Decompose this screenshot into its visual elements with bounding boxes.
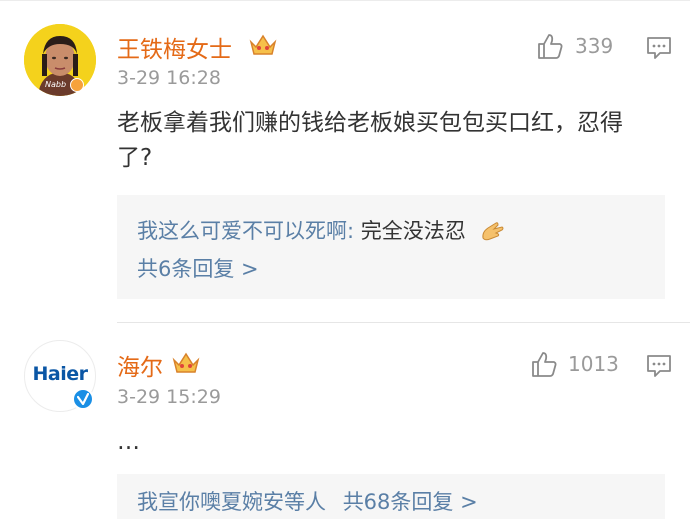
reply-comment-icon[interactable] — [646, 36, 672, 60]
reply-comment-icon[interactable] — [646, 354, 672, 378]
reply-author[interactable]: 我这么可爱不可以死啊: — [137, 219, 354, 243]
comment-username[interactable]: 海尔 — [117, 348, 163, 382]
reply-preview[interactable]: 我这么可爱不可以死啊: 完全没法忍 共6条回复 > — [117, 195, 665, 299]
thumbs-up-icon[interactable] — [536, 32, 564, 60]
reply-authors[interactable]: 我宣你噢夏婉安等人 — [137, 490, 326, 514]
avatar[interactable]: Nabb — [24, 24, 96, 96]
like-count: 1013 — [568, 352, 619, 376]
like-count: 339 — [575, 34, 614, 58]
comment-divider — [117, 322, 690, 323]
verified-badge-icon — [72, 388, 94, 410]
top-divider — [0, 0, 690, 1]
comment-username[interactable]: 王铁梅女士 — [117, 30, 232, 64]
view-replies-link[interactable]: 共6条回复 > — [137, 253, 259, 283]
avatar-caption: Nabb — [45, 80, 67, 89]
reply-line: 我这么可爱不可以死啊: 完全没法忍 — [137, 215, 506, 245]
vip-badge-icon — [70, 78, 84, 92]
view-replies-link[interactable]: 共68条回复 > — [343, 490, 478, 514]
comment-body: … — [117, 429, 140, 455]
reply-text: 完全没法忍 — [360, 219, 466, 243]
brand-logo: Haier — [32, 363, 89, 385]
reply-line: 我宣你噢夏婉安等人 共68条回复 > — [137, 486, 478, 516]
comment-body: 老板拿着我们赚的钱给老板娘买包包买口红，忍得了? — [117, 110, 623, 171]
comment-timestamp: 3-29 15:29 — [117, 386, 221, 408]
crown-vip-icon — [172, 352, 200, 373]
clasped-hands-icon — [482, 222, 504, 241]
reply-preview[interactable]: 我宣你噢夏婉安等人 共68条回复 > — [117, 474, 665, 519]
comment-timestamp: 3-29 16:28 — [117, 67, 221, 89]
crown-vip-icon — [249, 34, 277, 55]
thumbs-up-icon[interactable] — [530, 350, 558, 378]
